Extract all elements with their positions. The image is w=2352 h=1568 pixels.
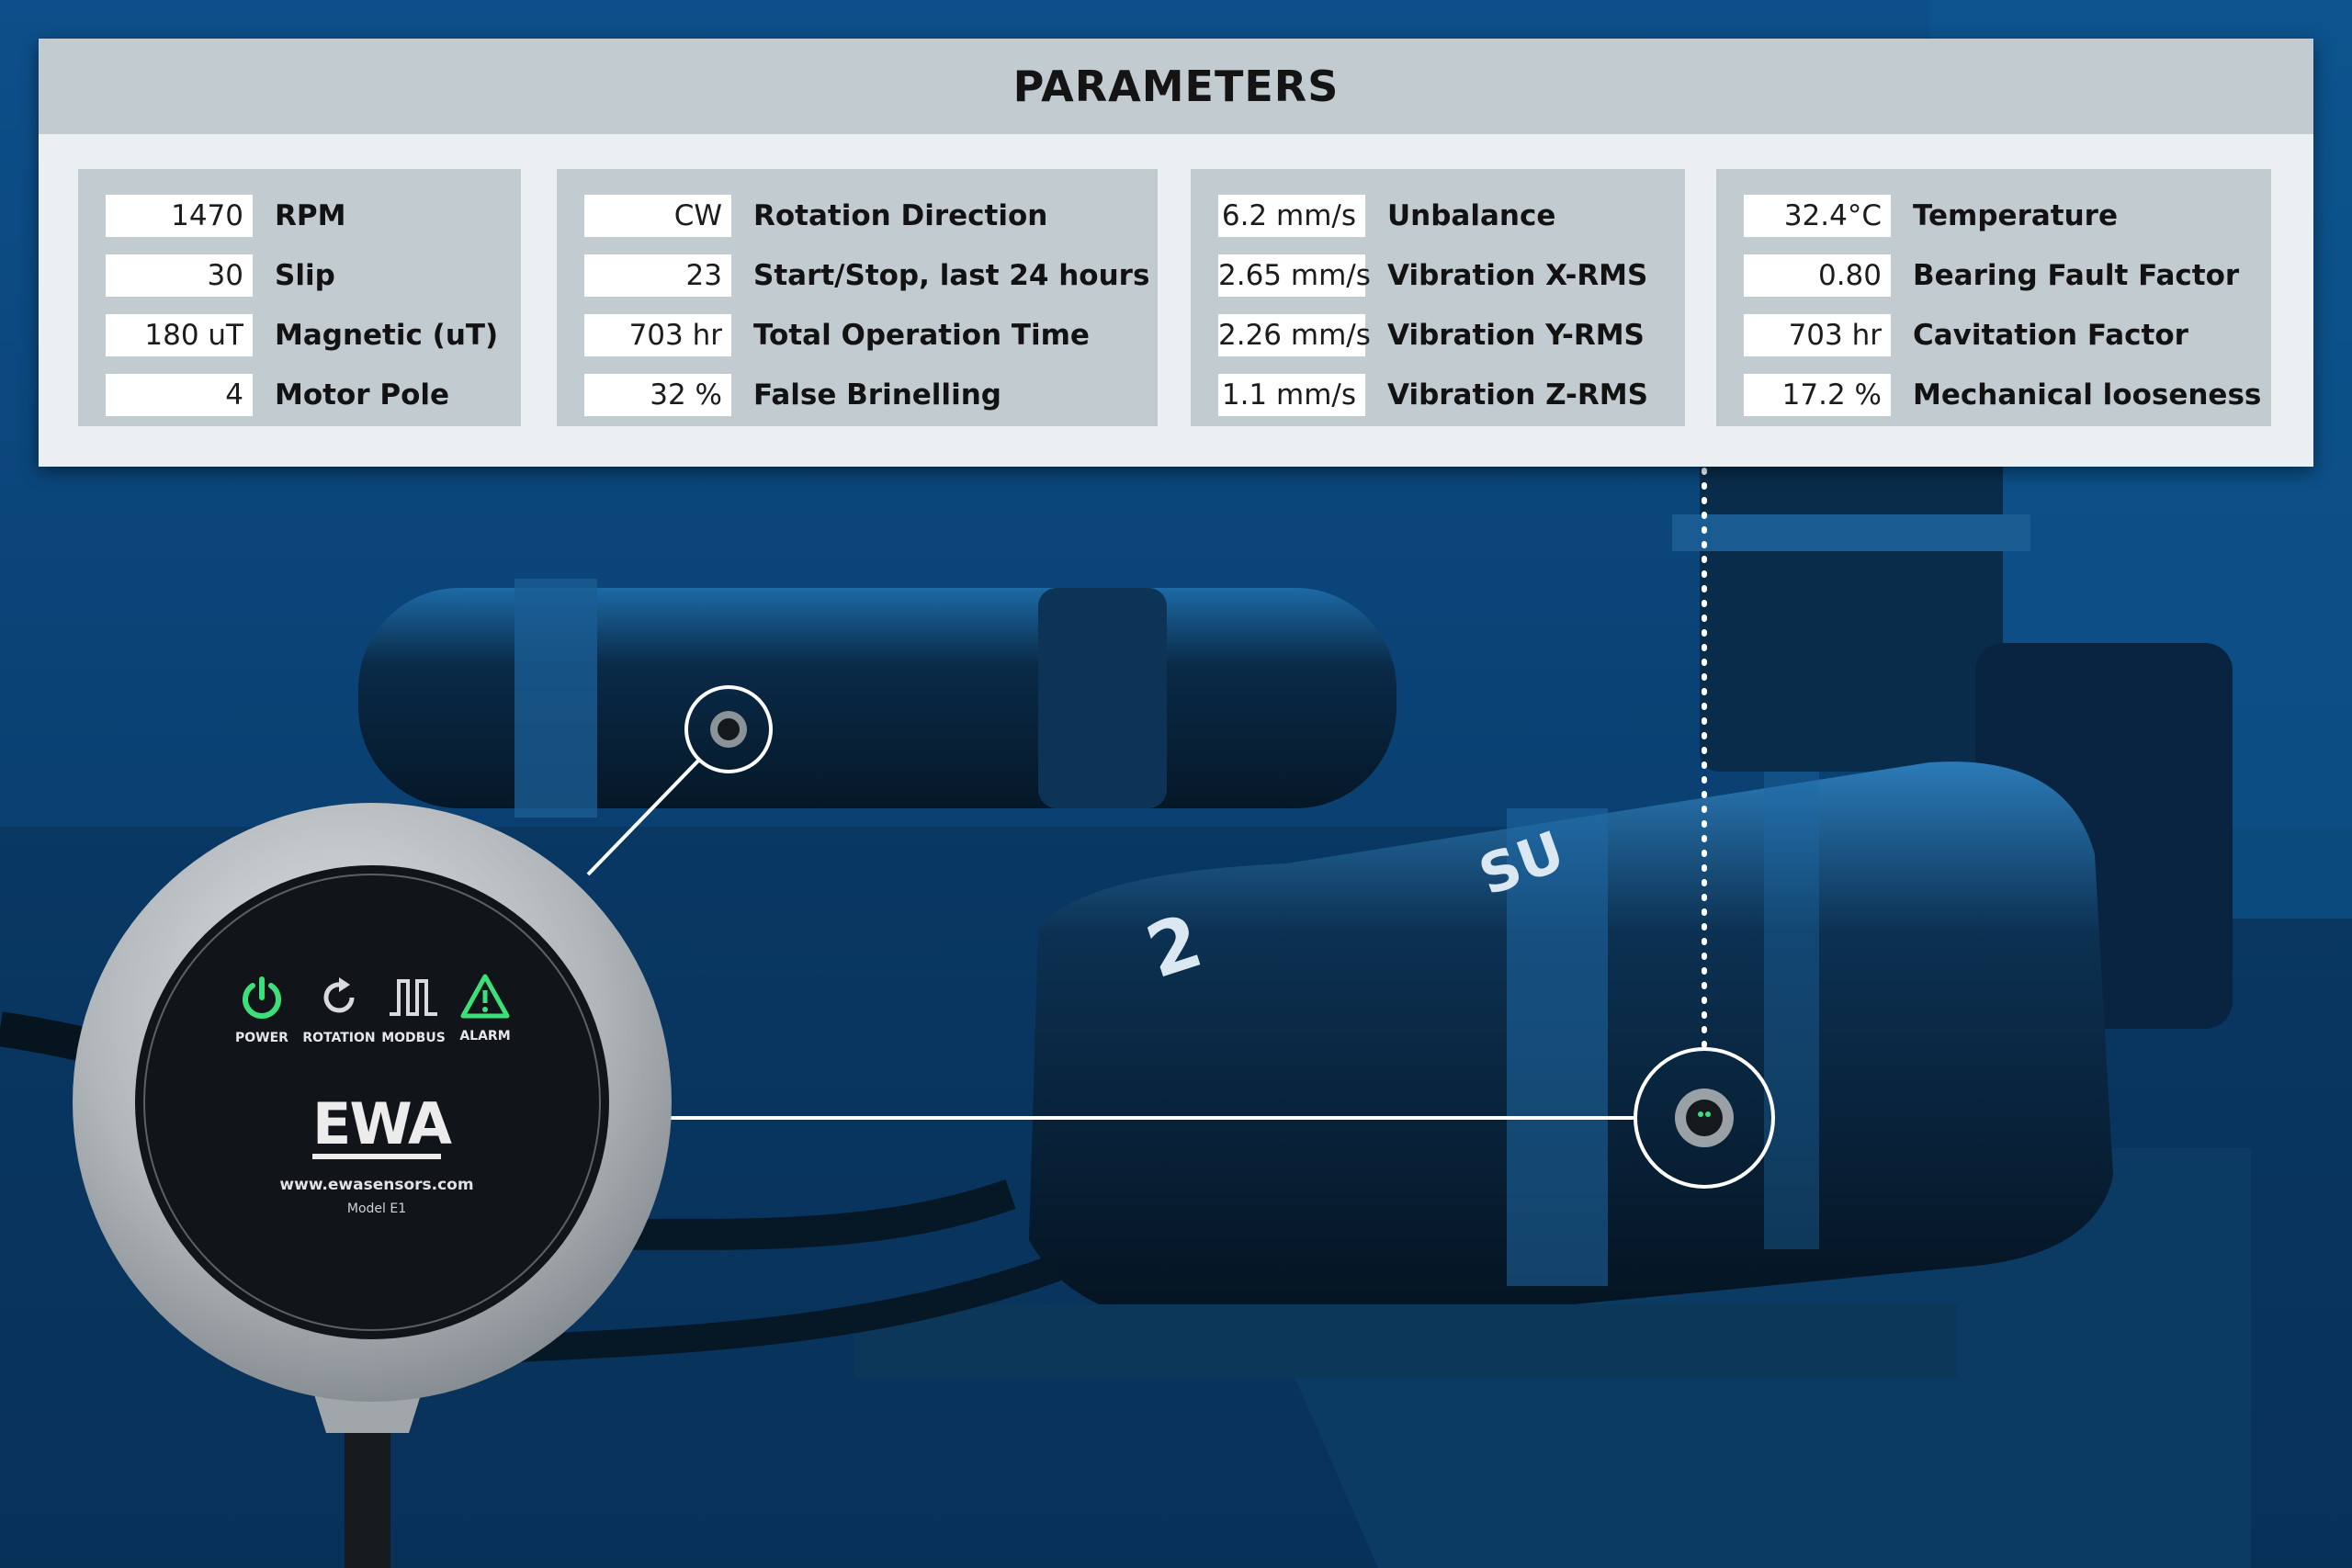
parameter-row: 703 hr Cavitation Factor [1744, 305, 2271, 365]
parameter-label: Magnetic (uT) [275, 318, 499, 352]
website-text: www.ewasensors.com [279, 1176, 474, 1194]
parameter-row: 180 uT Magnetic (uT) [106, 305, 521, 365]
parameter-value: 4 [106, 373, 253, 416]
power-label: POWER [235, 1031, 288, 1045]
parameter-value: 2.26 mm/s [1218, 313, 1371, 356]
alarm-label: ALARM [459, 1029, 511, 1043]
parameter-row: 1470 RPM [106, 186, 521, 245]
parameter-value: CW [584, 194, 731, 237]
parameter-value: 17.2 % [1744, 373, 1891, 416]
parameter-label: Total Operation Time [753, 318, 1090, 352]
parameter-label: Vibration Y-RMS [1387, 318, 1645, 352]
panel-title: PARAMETERS [1012, 62, 1340, 111]
modbus-indicator: MODBUS [377, 974, 450, 1045]
parameter-row: 4 Motor Pole [106, 365, 521, 424]
parameter-value: 30 [106, 254, 253, 297]
parameter-label: False Brinelling [753, 378, 1001, 412]
parameter-row: 6.2 mm/s Unbalance [1218, 186, 1685, 245]
parameter-label: Vibration X-RMS [1387, 258, 1648, 292]
parameter-row: 32 % False Brinelling [584, 365, 1158, 424]
alarm-icon [460, 974, 510, 1019]
rotation-indicator: ROTATION [300, 974, 379, 1045]
parameter-value: 180 uT [106, 313, 253, 356]
power-icon [243, 976, 281, 1019]
parameter-value: 0.80 [1744, 254, 1891, 297]
parameter-row: 2.26 mm/s Vibration Y-RMS [1218, 305, 1685, 365]
parameter-label: Start/Stop, last 24 hours [753, 258, 1150, 292]
parameter-label: RPM [275, 198, 346, 232]
parameter-row: 32.4°C Temperature [1744, 186, 2271, 245]
parameter-label: Bearing Fault Factor [1913, 258, 2240, 292]
rotation-label: ROTATION [302, 1031, 376, 1045]
parameter-row: 1.1 mm/s Vibration Z-RMS [1218, 365, 1685, 424]
modbus-icon [390, 979, 437, 1016]
alarm-indicator: ALARM [450, 972, 520, 1043]
parameter-value: 2.65 mm/s [1218, 254, 1371, 297]
parameter-value: 1470 [106, 194, 253, 237]
parameter-row: 0.80 Bearing Fault Factor [1744, 245, 2271, 305]
parameter-value: 23 [584, 254, 731, 297]
rotation-icon [323, 977, 355, 1013]
parameter-group-operation: CW Rotation Direction 23 Start/Stop, last … [557, 169, 1158, 426]
parameter-group-motor: 1470 RPM 30 Slip 180 uT Magnetic (uT) 4 Moto… [78, 169, 521, 426]
ewa-logo: EWA [312, 1090, 452, 1159]
panel-header: PARAMETERS [39, 39, 2313, 134]
parameter-label: Unbalance [1387, 198, 1556, 232]
parameter-value: 6.2 mm/s [1218, 194, 1365, 237]
parameter-label: Temperature [1913, 198, 2118, 232]
parameter-row: 703 hr Total Operation Time [584, 305, 1158, 365]
parameter-row: 23 Start/Stop, last 24 hours [584, 245, 1158, 305]
parameter-value: 32.4°C [1744, 194, 1891, 237]
parameter-label: Slip [275, 258, 335, 292]
parameter-label: Vibration Z-RMS [1387, 378, 1648, 412]
modbus-label: MODBUS [381, 1031, 446, 1045]
parameter-value: 703 hr [1744, 313, 1891, 356]
parameter-label: Rotation Direction [753, 198, 1048, 232]
parameter-value: 32 % [584, 373, 731, 416]
sensor-device-face: POWER ROTATION MODBUS ALARM EWA www.ewas… [209, 955, 540, 1249]
parameter-row: CW Rotation Direction [584, 186, 1158, 245]
parameter-group-condition: 32.4°C Temperature 0.80 Bearing Fault Fact… [1716, 169, 2271, 426]
parameters-panel: PARAMETERS 1470 RPM 30 Slip 180 uT Magnetic… [39, 39, 2313, 467]
parameter-value: 1.1 mm/s [1218, 373, 1365, 416]
model-text: Model E1 [346, 1201, 407, 1216]
parameter-row: 30 Slip [106, 245, 521, 305]
parameter-group-vibration: 6.2 mm/s Unbalance 2.65 mm/s Vibration X-R… [1191, 169, 1685, 426]
parameter-row: 17.2 % Mechanical looseness [1744, 365, 2271, 424]
parameter-row: 2.65 mm/s Vibration X-RMS [1218, 245, 1685, 305]
parameter-value: 703 hr [584, 313, 731, 356]
power-indicator: POWER [230, 974, 294, 1045]
parameter-label: Cavitation Factor [1913, 318, 2188, 352]
parameter-label: Motor Pole [275, 378, 450, 412]
parameter-label: Mechanical looseness [1913, 378, 2262, 412]
